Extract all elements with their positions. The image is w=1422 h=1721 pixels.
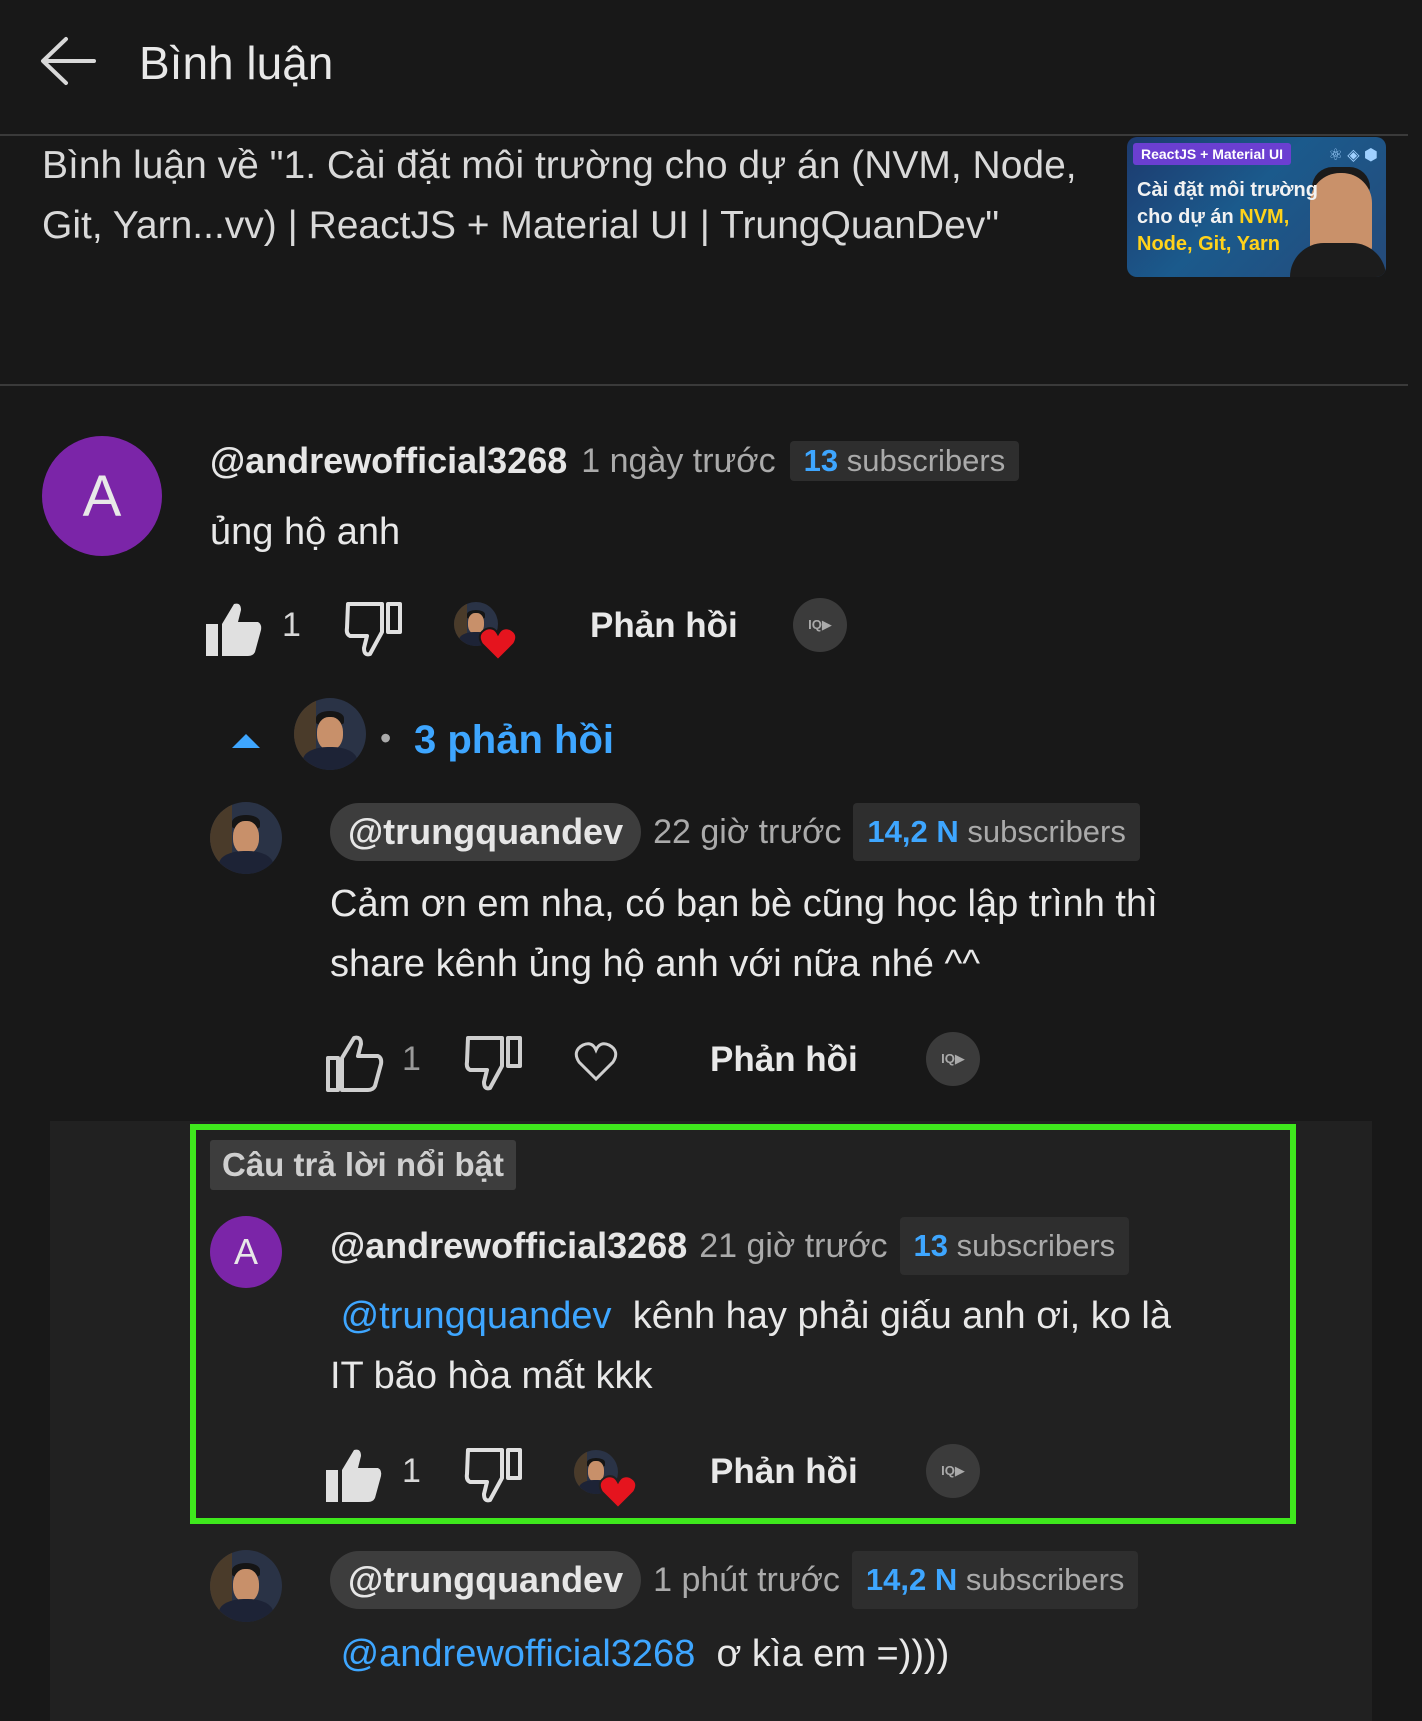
thumbs-up-icon[interactable] — [324, 1034, 384, 1092]
avatar[interactable] — [210, 1550, 282, 1622]
divider — [0, 384, 1408, 386]
subscriber-badge: 14,2 N subscribers — [851, 1551, 1139, 1609]
comment-header: @andrewofficial3268 21 giờ trước 13 subs… — [330, 1217, 1130, 1275]
like-count: 1 — [402, 1452, 421, 1490]
person-face — [1310, 173, 1372, 253]
mention-link[interactable]: @andrewofficial3268 — [341, 1633, 696, 1675]
reply-button[interactable]: Phản hồi — [590, 606, 738, 646]
comment-time: 21 giờ trước — [699, 1226, 888, 1265]
tech-logos-icon: ⚛ ◈ ⬢ — [1328, 147, 1378, 164]
iq-icon[interactable]: IQ▶ — [793, 598, 847, 652]
comment-author[interactable]: @trungquandev — [330, 1551, 642, 1609]
like-count: 1 — [402, 1040, 421, 1078]
comment-text: Cảm ơn em nha, có bạn bè cũng học lập tr… — [330, 883, 1158, 985]
highlighted-reply-badge: Câu trả lời nổi bật — [210, 1140, 516, 1190]
thumbs-down-icon[interactable] — [464, 1034, 524, 1092]
comment-author[interactable]: @andrewofficial3268 — [210, 440, 567, 482]
heart-outline-icon[interactable] — [573, 1040, 619, 1082]
thumbs-up-icon[interactable] — [324, 1446, 384, 1504]
thumbs-up-icon[interactable] — [204, 600, 264, 658]
comment-header: @trungquandev 1 phút trước 14,2 N subscr… — [330, 1551, 1139, 1609]
heart-icon — [478, 627, 518, 662]
comment-time: 22 giờ trước — [653, 812, 842, 851]
comment-time: 1 ngày trước — [581, 441, 776, 480]
comment-text: ủng hộ anh — [210, 511, 401, 553]
comment-text: @andrewofficial3268 ơ kìa em =)))) — [340, 1633, 950, 1675]
subscriber-badge: 13 subscribers — [789, 441, 1020, 481]
page-title: Bình luận — [139, 37, 334, 89]
separator-dot: • — [380, 720, 392, 756]
comment-header: @trungquandev 22 giờ trước 14,2 N subscr… — [330, 803, 1140, 861]
thumbnail-tag: ReactJS + Material UI — [1133, 143, 1292, 165]
reply-button[interactable]: Phản hồi — [710, 1452, 858, 1492]
iq-icon[interactable]: IQ▶ — [926, 1444, 980, 1498]
comment-author[interactable]: @trungquandev — [330, 803, 642, 861]
comment-header: @andrewofficial3268 1 ngày trước 13 subs… — [210, 440, 1020, 482]
subscriber-badge: 13 subscribers — [899, 1217, 1130, 1275]
video-title: Bình luận về "1. Cài đặt môi trường cho … — [42, 144, 1077, 247]
thumbs-down-icon[interactable] — [464, 1446, 524, 1504]
comment-author[interactable]: @andrewofficial3268 — [330, 1225, 687, 1267]
avatar[interactable]: A — [42, 436, 162, 556]
chevron-up-icon[interactable] — [230, 730, 262, 750]
replies-toggle[interactable]: 3 phản hồi — [414, 718, 614, 763]
thumbs-down-icon[interactable] — [344, 600, 404, 658]
thumbnail-text: Cài đặt môi trường cho dự án NVM, Node, … — [1137, 179, 1318, 255]
mention-link[interactable]: @trungquandev — [341, 1295, 612, 1337]
subscriber-badge: 14,2 N subscribers — [853, 803, 1140, 861]
comment-text: @trungquandev kênh hay phải giấu anh ơi,… — [330, 1295, 1171, 1397]
avatar[interactable] — [210, 802, 282, 874]
comment-time: 1 phút trước — [653, 1560, 840, 1599]
heart-icon — [598, 1475, 638, 1510]
reply-button[interactable]: Phản hồi — [710, 1040, 858, 1080]
avatar[interactable]: A — [210, 1216, 282, 1288]
video-thumbnail[interactable]: ReactJS + Material UI ⚛ ◈ ⬢ Cài đặt môi … — [1127, 137, 1386, 277]
iq-icon[interactable]: IQ▶ — [926, 1032, 980, 1086]
arrow-left-icon[interactable] — [38, 36, 98, 86]
like-count: 1 — [282, 606, 301, 644]
avatar — [294, 698, 366, 770]
